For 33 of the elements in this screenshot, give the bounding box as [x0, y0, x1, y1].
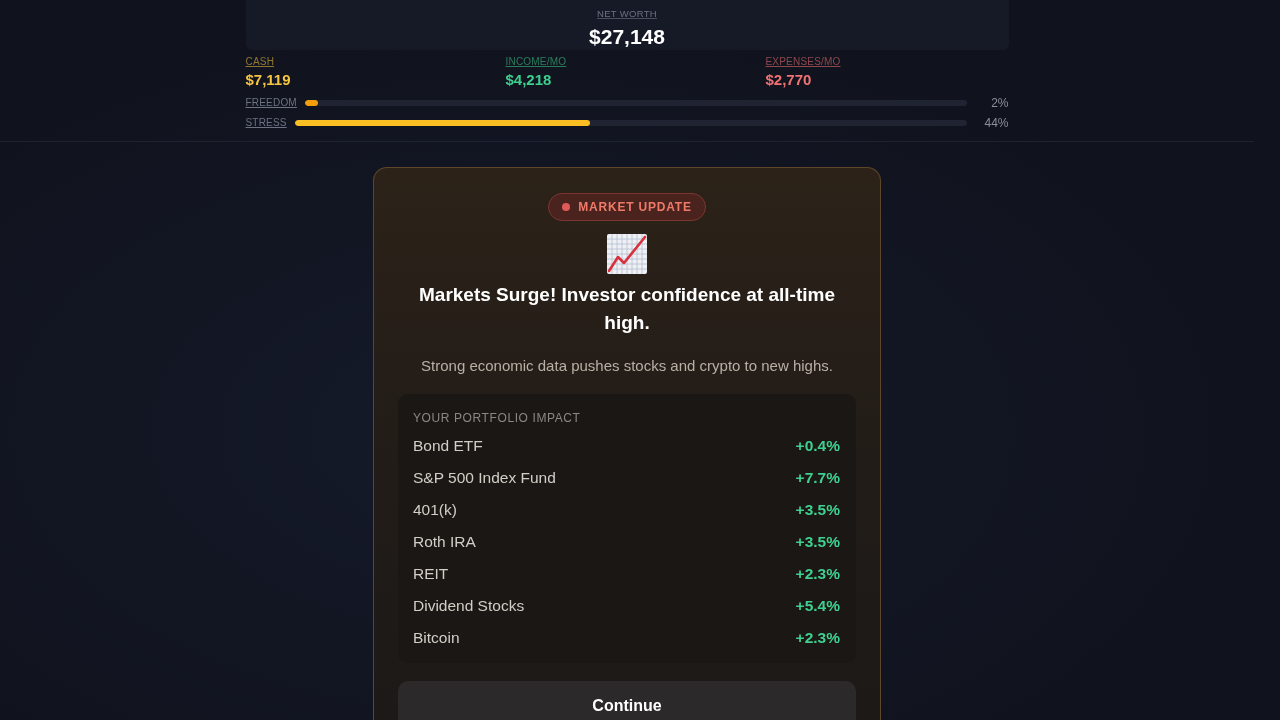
holding-name: Dividend Stocks: [413, 597, 525, 615]
stat-value: $4,218: [505, 70, 552, 90]
continue-button[interactable]: Continue: [398, 681, 856, 720]
stat-value: $2,770: [765, 70, 812, 90]
stat-label: INCOME/MO: [505, 56, 567, 68]
holding-name: S&P 500 Index Fund: [413, 469, 556, 487]
net-worth-label: NET WORTH: [597, 8, 657, 20]
holding-name: Roth IRA: [413, 533, 476, 551]
meter-reading: 2%: [990, 96, 1009, 110]
holding-change: +2.3%: [795, 565, 840, 583]
holding-name: REIT: [413, 565, 449, 583]
stat-value: $7,119: [245, 70, 291, 90]
holding-change: +0.4%: [795, 437, 840, 455]
rising-chart-icon: [607, 234, 647, 274]
holding-change: +5.4%: [795, 597, 840, 615]
holding-name: Bitcoin: [413, 629, 460, 647]
meter-reading: 44%: [983, 116, 1009, 130]
holding-name: Bond ETF: [413, 437, 483, 455]
holding-change: +2.3%: [795, 629, 840, 647]
event-description: Strong economic data pushes stocks and crypto to new highs.: [420, 356, 834, 376]
holding-change: +3.5%: [795, 501, 840, 519]
meter-label: FREEDOM: [245, 97, 297, 109]
portfolio-impact-heading: YOUR PORTFOLIO IMPACT: [413, 410, 582, 426]
holding-change: +3.5%: [795, 533, 840, 551]
holding-name: 401(k): [413, 501, 457, 519]
meter-label: STRESS: [245, 117, 287, 129]
stat-label: CASH: [245, 56, 275, 68]
stat-label: EXPENSES/MO: [765, 56, 841, 68]
holding-change: +7.7%: [795, 469, 840, 487]
net-worth-value: $27,148: [589, 24, 665, 50]
status-dot-icon: [562, 203, 571, 211]
badge-label: MARKET UPDATE: [578, 200, 692, 214]
event-title: Markets Surge! Investor confidence at all-time high.: [418, 283, 836, 335]
